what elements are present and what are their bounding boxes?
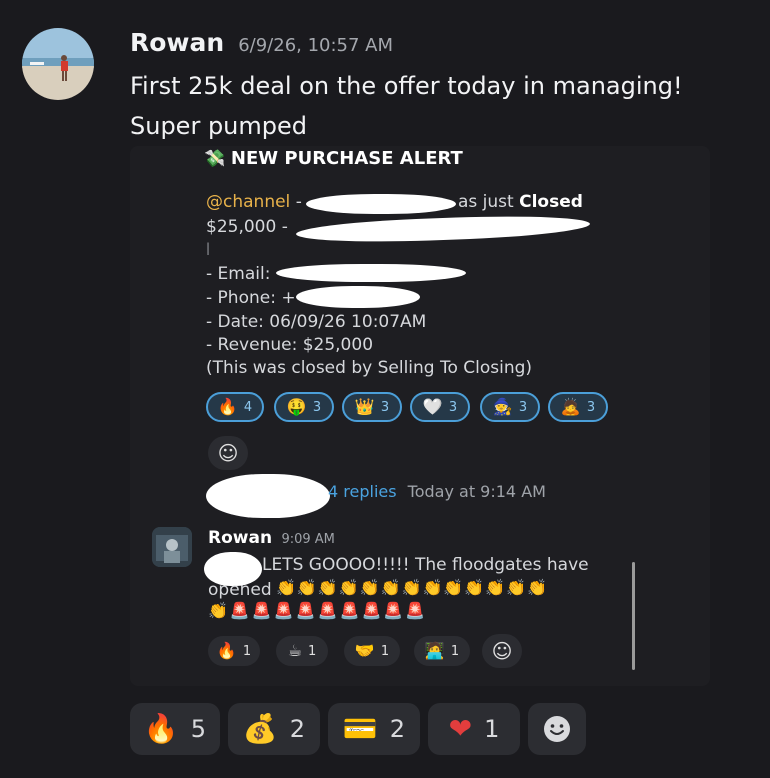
redaction-blob	[296, 286, 420, 308]
alert-title-text: NEW PURCHASE ALERT	[230, 148, 463, 169]
author-name[interactable]: Rowan	[130, 28, 224, 57]
replies-link[interactable]: 4 replies	[328, 482, 397, 501]
reaction-count: 1	[484, 715, 500, 743]
closed-prefix: as just	[458, 192, 514, 212]
reply-text-line-2: opened	[208, 580, 272, 600]
reply-reaction-handshake[interactable]: 🤝 1	[344, 636, 400, 666]
reaction-bowing[interactable]: 🙇 3	[548, 392, 608, 422]
reply-author[interactable]: Rowan	[208, 528, 272, 548]
reply-text-line-1: LETS GOOOO!!!!! The floodgates have	[262, 555, 589, 575]
money-bag-icon: 💰	[242, 712, 278, 745]
reaction-count: 2	[289, 715, 306, 743]
alert-title: 💸 NEW PURCHASE ALERT	[204, 148, 463, 169]
reaction-money-mouth[interactable]: 🤑 3	[274, 392, 334, 422]
message-timestamp: 6/9/26, 10:57 AM	[238, 35, 394, 56]
reaction-red-heart[interactable]: ❤ 1	[428, 703, 520, 755]
reply-avatar[interactable]	[152, 527, 192, 567]
smiley-add-icon: ☺	[217, 441, 239, 465]
reaction-count: 1	[450, 643, 460, 659]
bowing-person-icon: 🙇	[560, 397, 581, 416]
reaction-crown[interactable]: 👑 3	[342, 392, 402, 422]
avatar[interactable]	[22, 28, 94, 100]
add-reaction-button[interactable]: ☺	[208, 436, 248, 470]
mage-icon: 🧙	[492, 397, 513, 416]
reaction-count: 3	[312, 399, 322, 415]
message-header: Rowan 6/9/26, 10:57 AM	[130, 28, 393, 57]
white-heart-icon: 🤍	[422, 397, 443, 416]
reaction-count: 3	[586, 399, 596, 415]
clap-emojis-row: 👏👏👏👏👏👏👏👏👏👏👏👏👏	[276, 578, 548, 597]
replies-time: Today at 9:14 AM	[407, 482, 546, 501]
redaction-blob	[276, 264, 466, 282]
reply-reaction-coffee[interactable]: ☕ 1	[276, 636, 328, 666]
reply-add-reaction-button[interactable]: ☺	[482, 634, 522, 668]
avatar-photo	[152, 527, 192, 567]
closed-line: as just Closed	[458, 192, 583, 212]
avatar-beach-photo	[22, 28, 94, 100]
reaction-count: 4	[243, 399, 253, 415]
reply-time: 9:09 AM	[281, 532, 335, 547]
redaction-blob	[206, 474, 330, 518]
revenue-line: - Revenue: $25,000	[206, 335, 374, 355]
reaction-money-bag[interactable]: 💰 2	[228, 703, 320, 755]
fire-icon: 🔥	[216, 641, 237, 660]
money-mouth-face-icon: 🤑	[286, 397, 307, 416]
reaction-fire[interactable]: 🔥 5	[130, 703, 220, 755]
thread-scrollbar[interactable]	[632, 562, 635, 670]
dash-text: -	[295, 192, 302, 212]
redaction-blob	[306, 194, 456, 214]
reaction-count: 2	[389, 715, 406, 743]
reaction-white-heart[interactable]: 🤍 3	[410, 392, 470, 422]
fire-icon: 🔥	[217, 397, 238, 416]
channel-line: @channel -	[206, 192, 302, 212]
handshake-icon: 🤝	[354, 641, 375, 660]
crown-icon: 👑	[354, 397, 375, 416]
reaction-count: 3	[448, 399, 458, 415]
closed-word: Closed	[519, 192, 583, 212]
smiley-add-icon: ☺	[491, 639, 513, 663]
reaction-credit-card[interactable]: 💳 2	[328, 703, 420, 755]
person-at-laptop-icon: 🧑‍💻	[424, 641, 445, 660]
closed-by-line: (This was closed by Selling To Closing)	[206, 358, 533, 378]
reaction-fire[interactable]: 🔥 4	[206, 392, 264, 422]
smiley-add-icon	[544, 716, 570, 742]
reaction-count: 1	[308, 643, 317, 659]
hot-beverage-icon: ☕	[287, 641, 303, 660]
reply-header: Rowan 9:09 AM	[208, 528, 335, 548]
reaction-count: 3	[380, 399, 390, 415]
email-line: - Email:	[206, 264, 271, 284]
message-text: First 25k deal on the offer today in man…	[130, 72, 683, 140]
hidden-line-fragment: |	[206, 241, 211, 255]
amount-line: $25,000 -	[206, 217, 288, 237]
reaction-count: 5	[190, 715, 207, 743]
reaction-count: 1	[242, 643, 252, 659]
embedded-screenshot[interactable]: 💸 NEW PURCHASE ALERT @channel - as just …	[130, 146, 710, 686]
add-reaction-button[interactable]	[528, 703, 586, 755]
reply-reaction-fire[interactable]: 🔥 1	[208, 636, 260, 666]
fire-icon: 🔥	[143, 712, 179, 745]
redaction-blob	[295, 212, 591, 246]
money-wings-icon: 💸	[204, 149, 226, 169]
phone-line: - Phone: +	[206, 288, 296, 308]
channel-mention[interactable]: @channel	[206, 192, 290, 212]
credit-card-icon: 💳	[342, 712, 378, 745]
siren-emojis-row: 👏🚨🚨🚨🚨🚨🚨🚨🚨🚨	[208, 601, 428, 620]
reaction-mage[interactable]: 🧙 3	[480, 392, 540, 422]
reaction-count: 3	[518, 399, 528, 415]
reaction-count: 1	[380, 643, 390, 659]
thread-replies[interactable]: 4 replies Today at 9:14 AM	[328, 482, 546, 501]
red-heart-icon: ❤	[448, 712, 473, 745]
reply-reaction-laptop[interactable]: 🧑‍💻 1	[414, 636, 470, 666]
date-line: - Date: 06/09/26 10:07AM	[206, 312, 427, 332]
